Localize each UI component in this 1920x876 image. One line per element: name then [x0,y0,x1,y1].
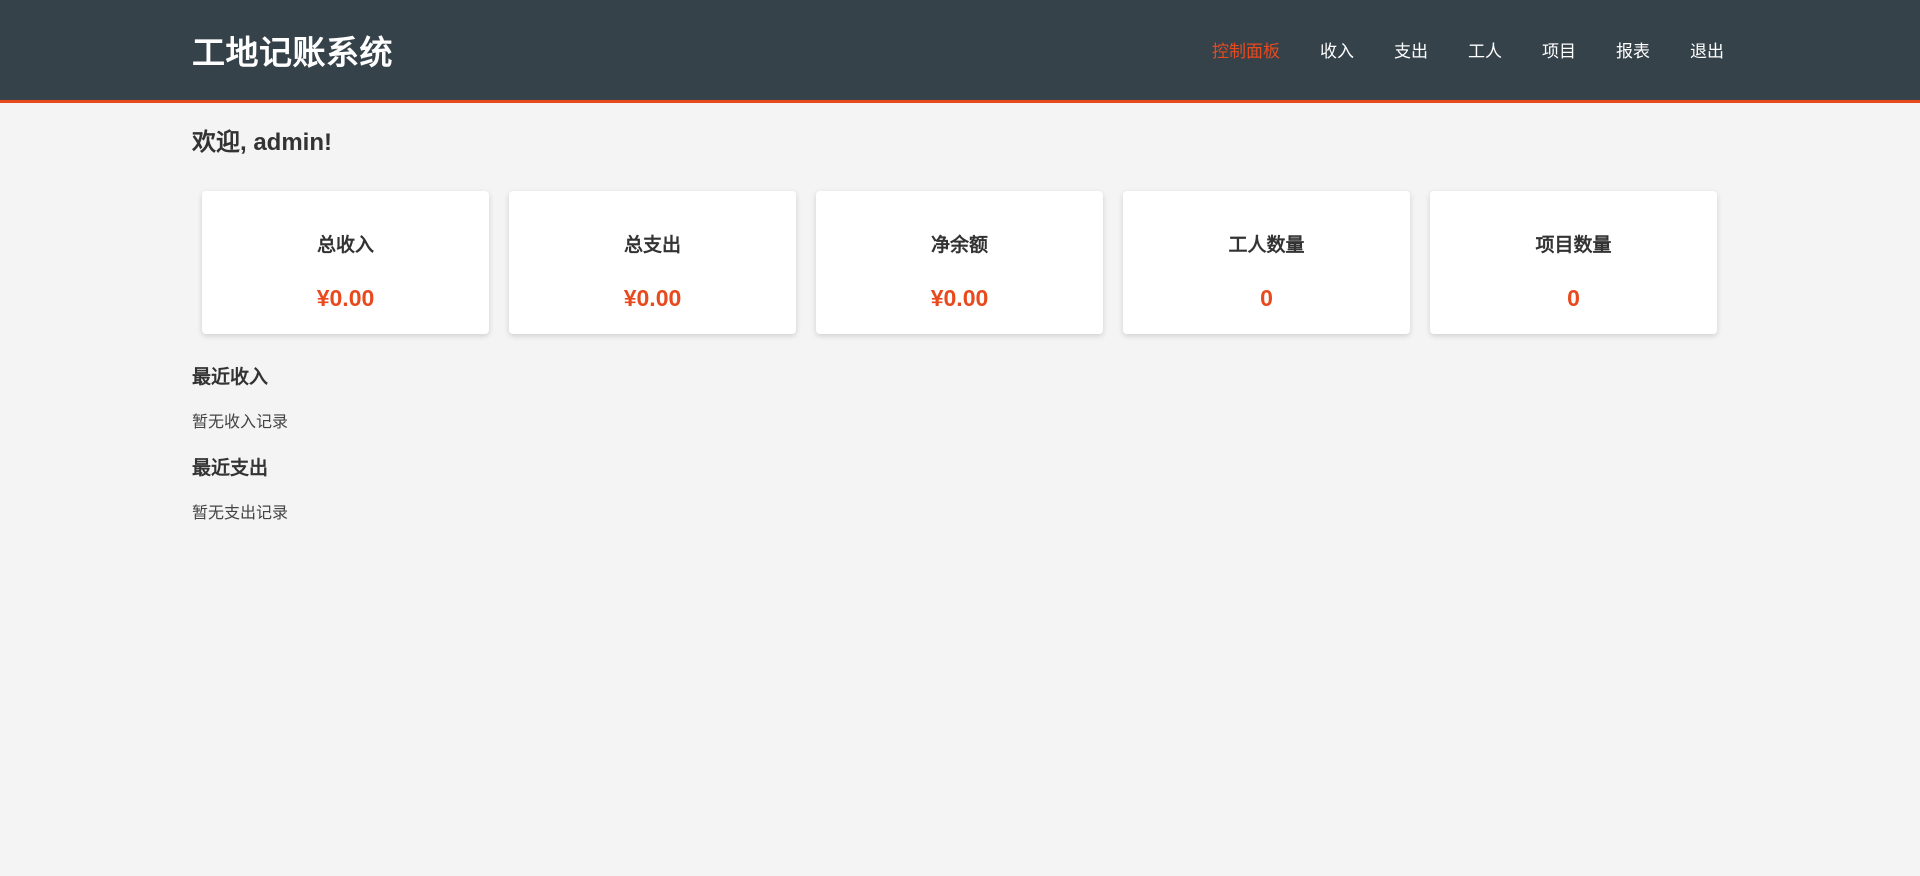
stat-card-title: 净余额 [930,235,988,256]
stat-card-net-balance: 净余额 ¥0.00 [816,191,1103,334]
stat-card-value: ¥0.00 [623,285,682,311]
stat-card-title: 总支出 [623,235,681,256]
welcome-heading: 欢迎, admin! [192,129,333,156]
stat-card-value: 0 [1567,285,1580,311]
recent-income-empty: 暂无收入记录 [192,414,289,431]
app-title: 工地记账系统 [192,34,393,71]
nav-item-reports[interactable]: 报表 [1616,40,1650,64]
recent-income-heading: 最近收入 [192,367,269,388]
stat-card-title: 工人数量 [1228,235,1305,256]
stat-card-worker-count: 工人数量 0 [1123,191,1410,334]
top-header: 工地记账系统 控制面板 收入 支出 工人 项目 报表 退出 [0,0,1920,103]
nav-item-projects[interactable]: 项目 [1542,40,1576,64]
stat-card-title: 项目数量 [1535,235,1612,256]
stat-card-total-income: 总收入 ¥0.00 [202,191,489,334]
nav-item-expense[interactable]: 支出 [1394,40,1428,64]
nav-item-income[interactable]: 收入 [1320,40,1354,64]
stat-card-project-count: 项目数量 0 [1430,191,1717,334]
nav-item-dashboard[interactable]: 控制面板 [1212,40,1280,64]
stat-card-title: 总收入 [316,235,374,256]
stat-cards: 总收入 ¥0.00 总支出 ¥0.00 净余额 ¥0.00 工人数量 0 项目数… [202,191,1717,334]
main-nav: 控制面板 收入 支出 工人 项目 报表 退出 [1212,40,1724,64]
recent-expense-empty: 暂无支出记录 [192,505,289,522]
nav-item-logout[interactable]: 退出 [1690,40,1724,64]
stat-card-total-expense: 总支出 ¥0.00 [509,191,796,334]
stat-card-value: ¥0.00 [316,285,375,311]
stat-card-value: ¥0.00 [930,285,989,311]
recent-expense-heading: 最近支出 [192,458,269,479]
nav-item-workers[interactable]: 工人 [1468,40,1502,64]
stat-card-value: 0 [1260,285,1273,311]
